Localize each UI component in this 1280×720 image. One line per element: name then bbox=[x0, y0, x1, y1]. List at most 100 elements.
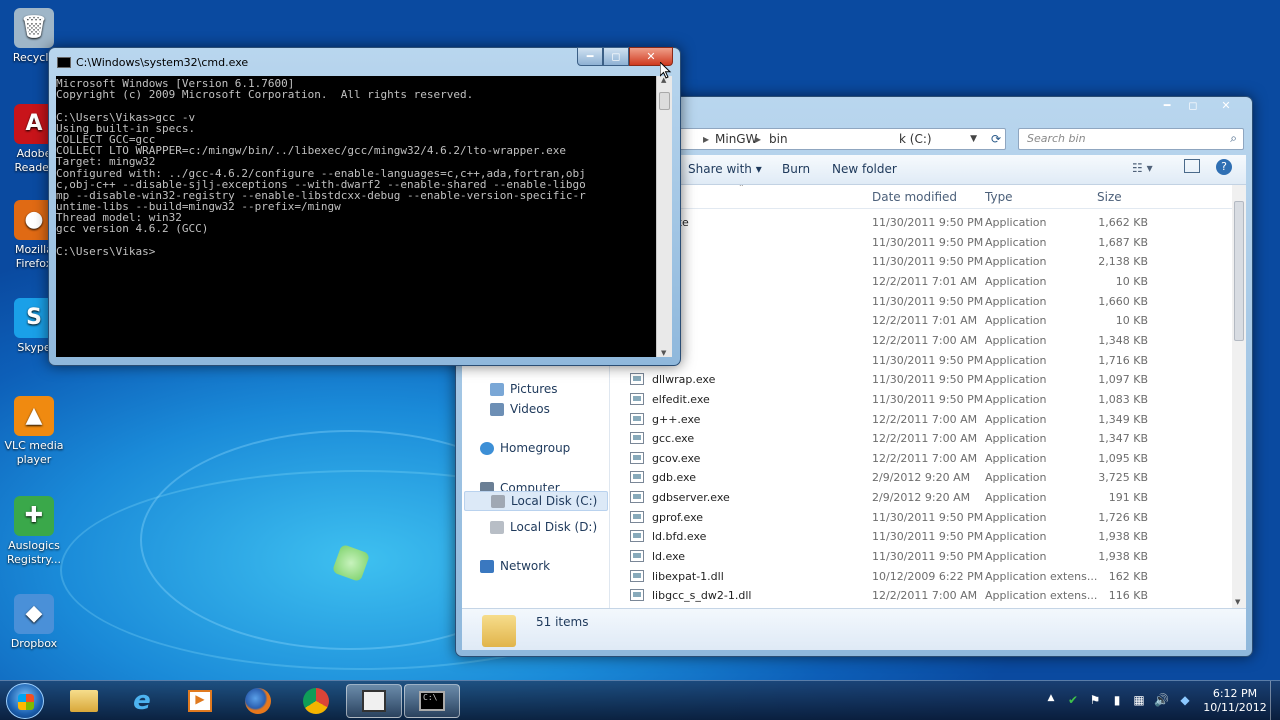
new-folder-button[interactable]: New folder bbox=[832, 162, 897, 176]
file-size: 1,349 KB bbox=[1098, 412, 1148, 426]
nav-item-local-disk-c[interactable]: Local Disk (C:) bbox=[464, 491, 608, 511]
file-row[interactable]: ld.exe 11/30/2011 9:50 PM Application 1,938… bbox=[612, 547, 1232, 567]
breadcrumb-arrow-icon[interactable]: ▸ bbox=[703, 132, 709, 146]
desktop-icon-4[interactable]: ▲ VLC media player bbox=[4, 396, 64, 467]
file-row[interactable]: gcov.exe 12/2/2011 7:00 AM Application 1,09… bbox=[612, 449, 1232, 469]
nav-item-pictures[interactable]: Pictures bbox=[490, 382, 558, 396]
file-row[interactable]: libexpat-1.dll 10/12/2009 6:22 PM Applicat… bbox=[612, 567, 1232, 587]
scroll-thumb[interactable] bbox=[1234, 201, 1244, 341]
column-date-modified[interactable]: Date modified bbox=[872, 190, 957, 204]
breadcrumb-arrow-icon[interactable]: ▸ bbox=[755, 132, 761, 146]
file-row[interactable]: elfedit.exe 11/30/2011 9:50 PM Application… bbox=[612, 390, 1232, 410]
volume-icon[interactable]: 🔊 bbox=[1154, 693, 1169, 707]
dropbox-tray-icon[interactable]: ◆ bbox=[1178, 693, 1192, 707]
file-size: 1,097 KB bbox=[1098, 373, 1148, 387]
cmd-window[interactable]: C:\Windows\system32\cmd.exe ━ ◻ ✕ Micros… bbox=[48, 47, 681, 366]
help-icon[interactable]: ? bbox=[1216, 159, 1232, 175]
file-row[interactable]: 11/30/2011 9:50 PM Application 1,687 KB bbox=[612, 233, 1232, 253]
search-input[interactable]: Search bin bbox=[1027, 132, 1086, 145]
preview-pane-icon[interactable] bbox=[1184, 159, 1200, 173]
column-size[interactable]: Size bbox=[1097, 190, 1122, 204]
file-date: 12/2/2011 7:01 AM bbox=[872, 314, 978, 328]
cmd-scroll-thumb[interactable] bbox=[659, 92, 670, 110]
file-size: 3,725 KB bbox=[1098, 471, 1148, 485]
cmd-app-icon bbox=[57, 57, 71, 68]
taskbar-media-player[interactable]: ▶ bbox=[172, 684, 228, 718]
burn-button[interactable]: Burn bbox=[782, 162, 810, 176]
file-row[interactable]: g++.exe 12/2/2011 7:00 AM Application 1,349… bbox=[612, 410, 1232, 430]
show-hidden-icons-icon[interactable]: ▲ bbox=[1044, 693, 1058, 707]
start-button[interactable] bbox=[6, 683, 44, 719]
clock[interactable]: 6:12 PM 10/11/2012 bbox=[1196, 687, 1274, 715]
file-row[interactable]: ne.exe11/30/2011 9:50 PMApplication1,662… bbox=[612, 213, 1232, 233]
file-row[interactable]: libgcc_s_dw2-1.dll 12/2/2011 7:00 AM Appli… bbox=[612, 586, 1232, 606]
search-box[interactable]: Search bin ⌕ bbox=[1018, 128, 1244, 150]
scroll-down-icon[interactable]: ▼ bbox=[1235, 598, 1240, 606]
file-row[interactable]: 11/30/2011 9:50 PM Application 2,138 KB bbox=[612, 252, 1232, 272]
refresh-icon[interactable]: ⟳ bbox=[991, 132, 1001, 146]
scroll-down-icon[interactable]: ▼ bbox=[661, 349, 666, 357]
console-line: gcc version 4.6.2 (GCC) bbox=[56, 223, 209, 235]
taskbar-internet-explorer[interactable]: e bbox=[114, 684, 170, 718]
file-name: libexpat-1.dll bbox=[652, 569, 724, 583]
cmd-maximize-button[interactable]: ◻ bbox=[603, 47, 629, 66]
desktop-icon-5[interactable]: ✚ Auslogics Registry... bbox=[4, 496, 64, 567]
sort-arrow-icon: ⌃ bbox=[738, 185, 745, 192]
file-row[interactable]: ld.bfd.exe 11/30/2011 9:50 PM Application 1… bbox=[612, 527, 1232, 547]
drive-icon bbox=[491, 494, 505, 508]
device-icon[interactable]: ▮ bbox=[1110, 693, 1124, 707]
file-row[interactable]: 12/2/2011 7:01 AM Application 10 KB bbox=[612, 311, 1232, 331]
address-bar[interactable]: k (C:) ▸ MinGW ▸ bin ▼ ⟳ bbox=[676, 128, 1006, 150]
cmd-minimize-button[interactable]: ━ bbox=[577, 47, 603, 66]
file-row[interactable]: dllwrap.exe 11/30/2011 9:50 PM Application… bbox=[612, 370, 1232, 390]
file-row[interactable]: .exe11/30/2011 9:50 PMApplication1,716 K… bbox=[612, 351, 1232, 371]
minimize-button[interactable]: ━ bbox=[1154, 96, 1180, 115]
file-size: 191 KB bbox=[1108, 491, 1148, 505]
nav-item-homegroup[interactable]: Homegroup bbox=[480, 441, 570, 455]
address-part-drive[interactable]: k (C:) bbox=[899, 132, 932, 146]
file-row[interactable]: gprof.exe 11/30/2011 9:50 PM Application 1,… bbox=[612, 508, 1232, 528]
maximize-button[interactable]: ◻ bbox=[1180, 96, 1206, 115]
nav-item-local-disk-d[interactable]: Local Disk (D:) bbox=[490, 520, 597, 534]
desktop-icon-6[interactable]: ◆ Dropbox bbox=[4, 594, 64, 651]
taskbar-app[interactable] bbox=[346, 684, 402, 718]
file-row[interactable]: .exe11/30/2011 9:50 PMApplication1,660 K… bbox=[612, 292, 1232, 312]
close-button[interactable]: ✕ bbox=[1206, 96, 1246, 115]
column-type[interactable]: Type bbox=[985, 190, 1013, 204]
cmd-scrollbar[interactable]: ▲ ▼ bbox=[656, 76, 672, 357]
address-part-bin[interactable]: bin bbox=[769, 132, 788, 146]
shield-check-icon[interactable]: ✔ bbox=[1066, 693, 1080, 707]
file-type: Application extens... bbox=[985, 569, 1098, 583]
taskbar-explorer[interactable] bbox=[56, 684, 112, 718]
file-row[interactable]: e12/2/2011 7:00 AMApplication1,348 KB bbox=[612, 331, 1232, 351]
executable-file-icon bbox=[630, 412, 644, 425]
file-row[interactable]: gdb.exe 2/9/2012 9:20 AM Application 3,725 … bbox=[612, 468, 1232, 488]
file-type: Application bbox=[985, 353, 1047, 367]
nav-item-videos[interactable]: Videos bbox=[490, 402, 550, 416]
file-row[interactable]: gdbserver.exe 2/9/2012 9:20 AM Application… bbox=[612, 488, 1232, 508]
videos-icon bbox=[490, 402, 504, 416]
console-line: COLLECT_GCC=gcc bbox=[56, 133, 156, 146]
file-name: libgcc_s_dw2-1.dll bbox=[652, 589, 752, 603]
network-tray-icon[interactable]: ▦ bbox=[1132, 693, 1146, 707]
file-type: Application bbox=[985, 412, 1047, 426]
console-output[interactable]: Microsoft Windows [Version 6.1.7600] Copy… bbox=[56, 76, 659, 357]
views-icon[interactable]: ☷ ▾ bbox=[1132, 161, 1153, 175]
taskbar-cmd[interactable]: C:\ bbox=[404, 684, 460, 718]
taskbar-chrome[interactable] bbox=[288, 684, 344, 718]
show-desktop-button[interactable] bbox=[1270, 681, 1280, 720]
file-date: 11/30/2011 9:50 PM bbox=[872, 373, 984, 387]
flag-icon[interactable]: ⚑ bbox=[1088, 693, 1102, 707]
address-part-mingw[interactable]: MinGW bbox=[715, 132, 757, 146]
console-line: Copyright (c) 2009 Microsoft Corporation… bbox=[56, 89, 474, 101]
address-dropdown-icon[interactable]: ▼ bbox=[970, 134, 977, 144]
share-with-menu[interactable]: Share with ▾ bbox=[688, 162, 762, 176]
console-line: untime-libs --build=mingw32 --prefix=/mi… bbox=[56, 201, 341, 213]
taskbar-firefox[interactable] bbox=[230, 684, 286, 718]
file-date: 12/2/2011 7:00 AM bbox=[872, 333, 978, 347]
nav-item-network[interactable]: Network bbox=[480, 559, 550, 573]
file-row[interactable]: e12/2/2011 7:01 AMApplication10 KB bbox=[612, 272, 1232, 292]
file-row[interactable]: gcc.exe 12/2/2011 7:00 AM Application 1,347… bbox=[612, 429, 1232, 449]
list-scrollbar[interactable]: ▼ bbox=[1232, 185, 1246, 608]
